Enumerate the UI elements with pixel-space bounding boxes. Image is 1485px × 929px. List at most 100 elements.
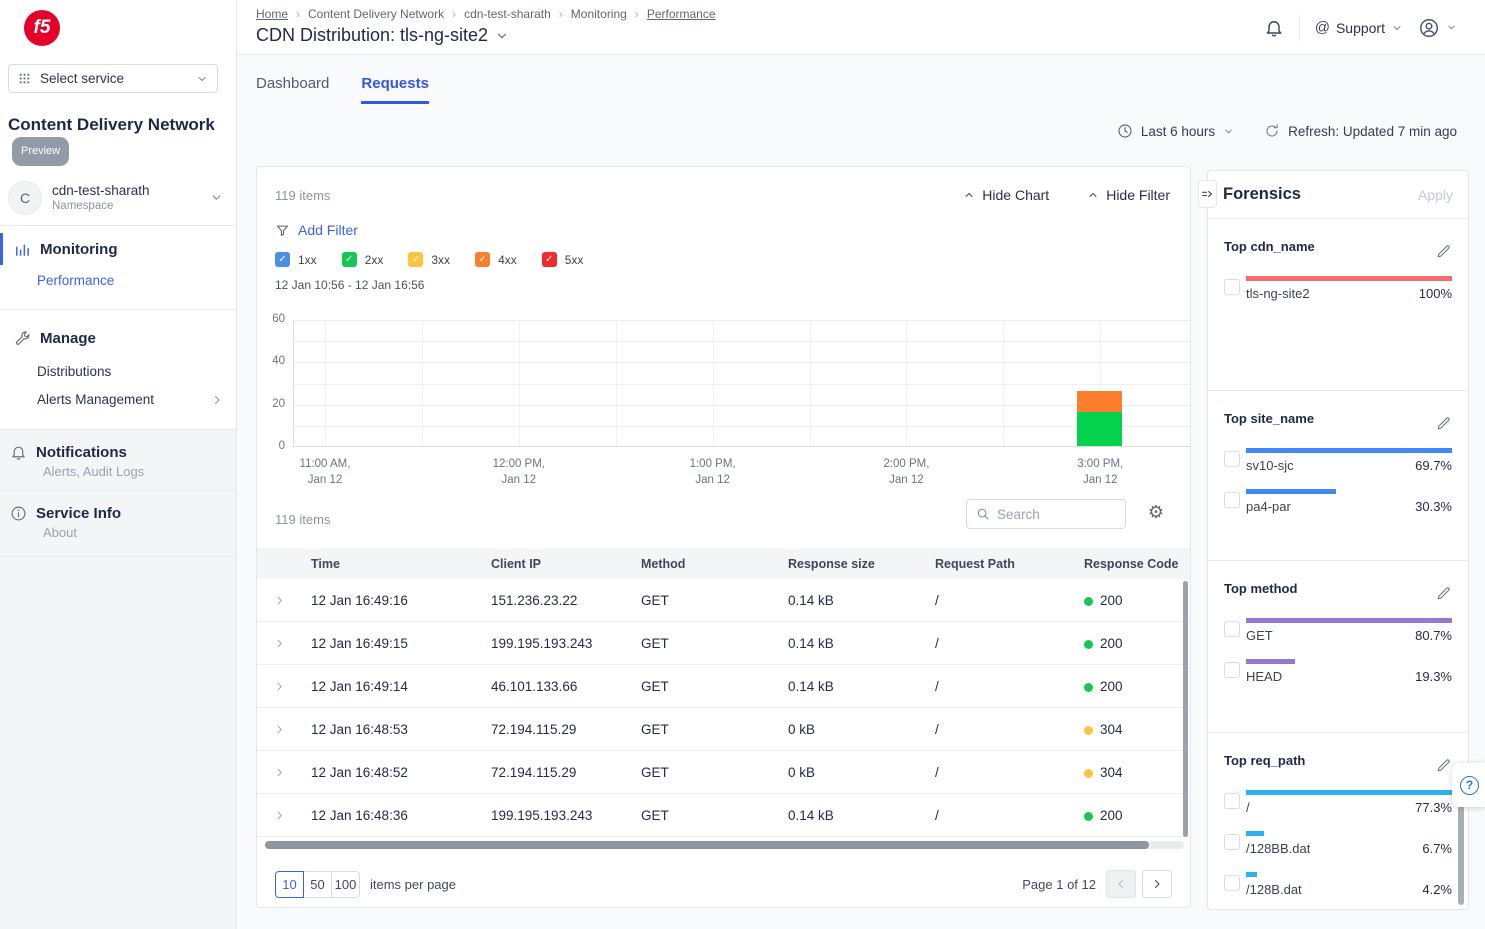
breadcrumb-separator-icon: ›	[559, 7, 563, 21]
expand-row-icon[interactable]	[257, 767, 301, 778]
apply-button[interactable]: Apply	[1418, 187, 1453, 203]
funnel-icon	[275, 223, 290, 238]
chevron-down-icon[interactable]	[495, 29, 509, 43]
forensics-panel: Forensics Apply Top cdn_nametls-ng-site2…	[1207, 170, 1469, 910]
legend-item-4xx[interactable]: ✓4xx	[475, 252, 517, 267]
notifications-label: Notifications	[36, 444, 127, 461]
checkbox[interactable]	[1224, 834, 1240, 850]
collapse-forensics-button[interactable]	[1198, 180, 1217, 208]
sidebar-item-distributions[interactable]: Distributions	[37, 364, 111, 379]
gridline	[810, 320, 811, 446]
next-page-button[interactable]	[1142, 870, 1172, 898]
help-button[interactable]: ?	[1452, 763, 1485, 807]
edit-icon[interactable]	[1435, 243, 1452, 260]
page-size-100[interactable]: 100	[331, 871, 360, 898]
hide-filter-button[interactable]: Hide Filter	[1087, 187, 1170, 203]
tab-requests[interactable]: Requests	[361, 75, 429, 104]
checkbox[interactable]	[1224, 621, 1240, 637]
bar-chart-icon	[14, 241, 31, 258]
page-info: Page 1 of 12	[1022, 877, 1096, 892]
cell-client-ip: 46.101.133.66	[481, 679, 631, 694]
forensics-item-value: 100%	[1419, 286, 1452, 301]
column-header-time[interactable]: Time	[301, 557, 481, 571]
expand-row-icon[interactable]	[257, 638, 301, 649]
search-input[interactable]	[997, 507, 1107, 522]
edit-icon[interactable]	[1435, 415, 1452, 432]
sidebar-item-notifications[interactable]: Notifications Alerts, Audit Logs	[0, 430, 236, 491]
checkbox[interactable]	[1224, 662, 1240, 678]
select-service-dropdown[interactable]: Select service	[8, 64, 218, 93]
add-filter-button[interactable]: Add Filter	[275, 222, 358, 238]
cell-time: 12 Jan 16:48:53	[301, 722, 481, 737]
table-row[interactable]: 12 Jan 16:49:1446.101.133.66GET0.14 kB/2…	[257, 665, 1190, 708]
legend-item-1xx[interactable]: ✓1xx	[275, 252, 317, 267]
forensics-section: Top req_path/77.3%/128BB.dat6.7%/128B.da…	[1208, 733, 1468, 910]
checkbox[interactable]	[1224, 793, 1240, 809]
hide-chart-button[interactable]: Hide Chart	[963, 187, 1049, 203]
table-row[interactable]: 12 Jan 16:49:16151.236.23.22GET0.14 kB/2…	[257, 579, 1190, 622]
sidebar-item-monitoring[interactable]: Monitoring	[0, 235, 237, 263]
checkbox-4xx[interactable]: ✓	[475, 252, 490, 267]
edit-icon[interactable]	[1435, 585, 1452, 602]
column-header-response-code[interactable]: Response Code	[1074, 557, 1190, 571]
support-menu[interactable]: @ Support	[1315, 19, 1403, 36]
page-size-10[interactable]: 10	[275, 871, 304, 898]
clock-icon	[1117, 123, 1133, 139]
chart-bar[interactable]	[1077, 391, 1122, 446]
table-row[interactable]: 12 Jan 16:48:36199.195.193.243GET0.14 kB…	[257, 794, 1190, 837]
breadcrumb-item[interactable]: Content Delivery Network	[308, 7, 444, 21]
tab-dashboard[interactable]: Dashboard	[256, 75, 329, 104]
table-row[interactable]: 12 Jan 16:48:5272.194.115.29GET0 kB/304	[257, 751, 1190, 794]
vertical-scrollbar[interactable]	[1183, 581, 1188, 837]
requests-table-body: 12 Jan 16:49:16151.236.23.22GET0.14 kB/2…	[257, 579, 1190, 837]
breadcrumb-item[interactable]: Monitoring	[571, 7, 627, 21]
expand-row-icon[interactable]	[257, 595, 301, 606]
legend-item-2xx[interactable]: ✓2xx	[342, 252, 384, 267]
previous-page-button[interactable]	[1106, 870, 1136, 898]
column-header-response-size[interactable]: Response size	[778, 557, 925, 571]
column-header-method[interactable]: Method	[631, 557, 778, 571]
checkbox[interactable]	[1224, 279, 1240, 295]
table-search[interactable]	[966, 499, 1126, 529]
horizontal-scrollbar-thumb[interactable]	[265, 841, 1149, 849]
checkbox-1xx[interactable]: ✓	[275, 252, 290, 267]
checkbox[interactable]	[1224, 451, 1240, 467]
checkbox-5xx[interactable]: ✓	[542, 252, 557, 267]
column-header-request-path[interactable]: Request Path	[925, 557, 1074, 571]
column-header-client-ip[interactable]: Client IP	[481, 557, 631, 571]
forensics-scrollbar[interactable]	[1458, 798, 1464, 905]
breadcrumb-item[interactable]: cdn-test-sharath	[464, 7, 551, 21]
cell-response-code: 200	[1074, 808, 1190, 823]
table-settings-gear-icon[interactable]: ⚙	[1148, 503, 1164, 521]
expand-row-icon[interactable]	[257, 724, 301, 735]
sidebar-item-manage[interactable]: Manage	[0, 324, 237, 352]
time-range-selector[interactable]: Last 6 hours	[1117, 123, 1234, 139]
refresh-button[interactable]: Refresh: Updated 7 min ago	[1264, 123, 1457, 139]
expand-row-icon[interactable]	[257, 681, 301, 692]
table-row[interactable]: 12 Jan 16:49:15199.195.193.243GET0.14 kB…	[257, 622, 1190, 665]
sidebar-item-alerts-management[interactable]: Alerts Management	[37, 392, 154, 407]
notification-bell-icon[interactable]	[1264, 18, 1284, 38]
horizontal-scrollbar[interactable]	[265, 841, 1184, 849]
page-size-50[interactable]: 50	[303, 871, 332, 898]
gridline	[294, 405, 1190, 406]
user-menu[interactable]	[1418, 17, 1457, 39]
checkbox-2xx[interactable]: ✓	[342, 252, 357, 267]
checkbox[interactable]	[1224, 492, 1240, 508]
legend-item-5xx[interactable]: ✓5xx	[542, 252, 584, 267]
checkbox-3xx[interactable]: ✓	[408, 252, 423, 267]
chevron-down-icon	[210, 191, 223, 204]
legend-item-3xx[interactable]: ✓3xx	[408, 252, 450, 267]
expand-row-icon[interactable]	[257, 810, 301, 821]
sidebar-item-performance[interactable]: Performance	[37, 273, 114, 288]
topbar: Home›Content Delivery Network›cdn-test-s…	[237, 0, 1485, 55]
breadcrumb-item[interactable]: Home	[256, 7, 288, 21]
status-dot	[1084, 640, 1093, 649]
edit-icon[interactable]	[1435, 757, 1452, 774]
breadcrumb-item[interactable]: Performance	[647, 7, 716, 21]
sidebar-item-service-info[interactable]: Service Info About	[0, 491, 236, 557]
wrench-icon	[14, 330, 31, 347]
table-row[interactable]: 12 Jan 16:48:5372.194.115.29GET0 kB/304	[257, 708, 1190, 751]
checkbox[interactable]	[1224, 875, 1240, 891]
namespace-selector[interactable]: C cdn-test-sharath Namespace	[0, 170, 237, 225]
